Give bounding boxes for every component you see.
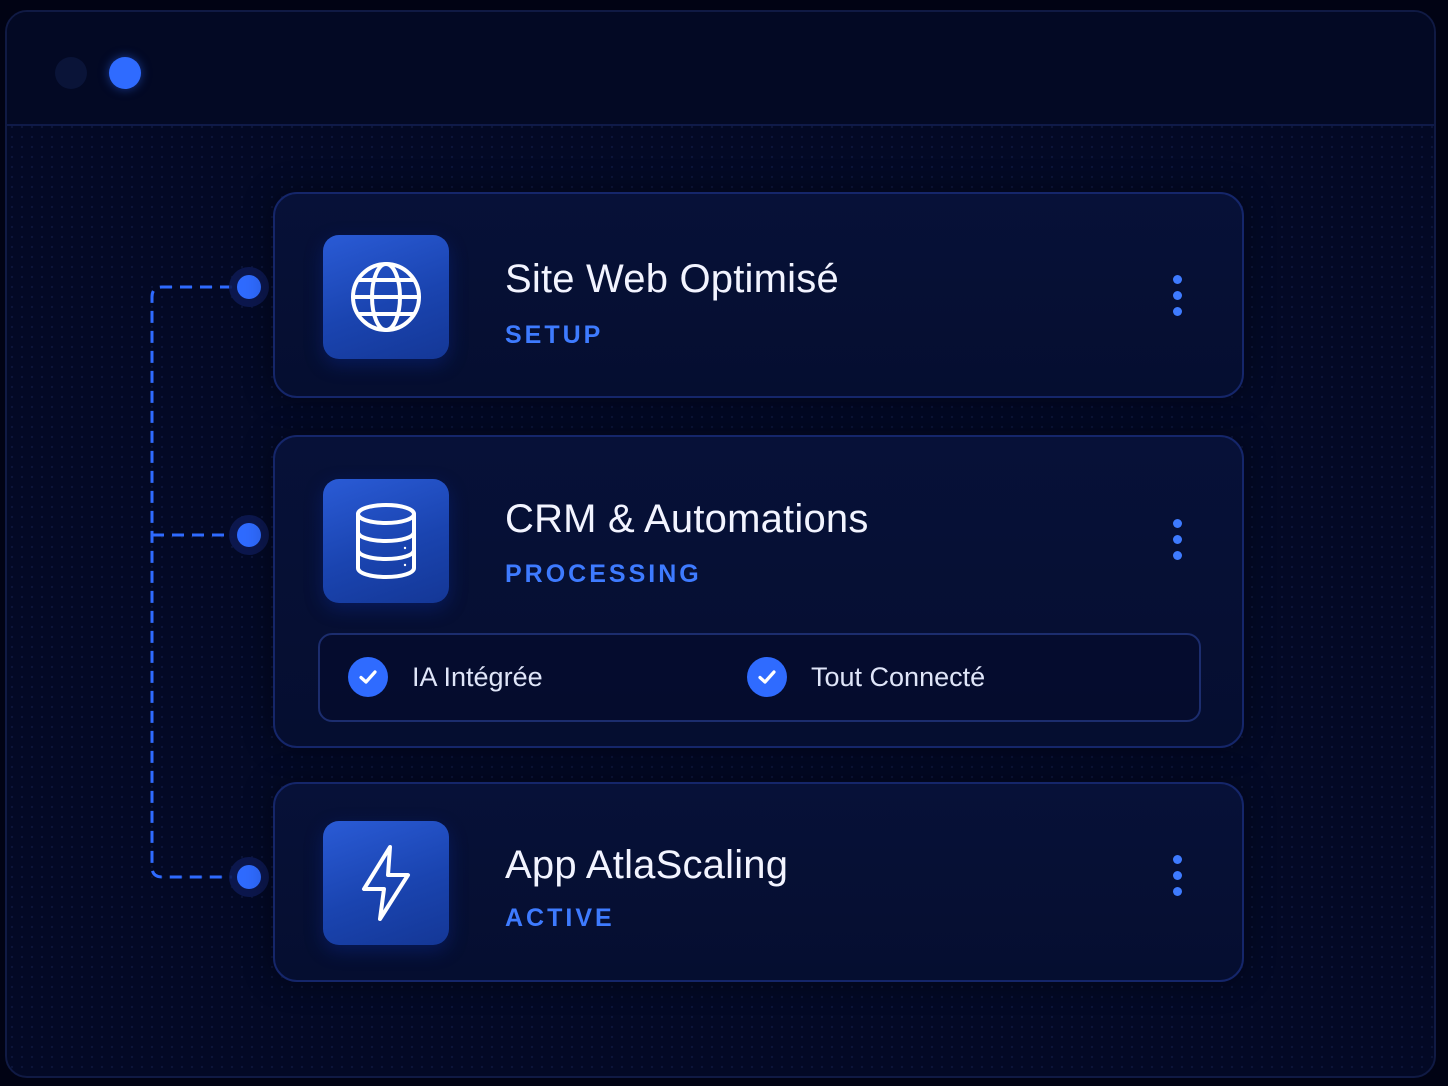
more-options-button[interactable] xyxy=(1163,509,1191,569)
more-dot-icon xyxy=(1172,870,1182,880)
card-title: CRM & Automations xyxy=(505,497,869,541)
more-dot-icon xyxy=(1172,534,1182,544)
database-icon-tile xyxy=(323,479,449,603)
feature-item: Tout Connecté xyxy=(747,657,985,697)
service-card-site-web[interactable]: Site Web Optimisé SETUP xyxy=(273,192,1244,398)
globe-icon-tile xyxy=(323,235,449,359)
window-dot-active[interactable] xyxy=(109,57,141,89)
globe-icon xyxy=(351,262,421,332)
database-icon xyxy=(356,503,416,580)
status-label: PROCESSING xyxy=(505,560,702,588)
more-options-button[interactable] xyxy=(1163,265,1191,325)
feature-label: Tout Connecté xyxy=(811,661,986,692)
more-options-button[interactable] xyxy=(1163,845,1191,905)
more-dot-icon xyxy=(1172,306,1182,316)
lightning-icon xyxy=(362,845,410,921)
more-dot-icon xyxy=(1172,274,1182,284)
check-icon xyxy=(747,657,787,697)
more-dot-icon xyxy=(1172,518,1182,528)
card-title: App AtlaScaling xyxy=(505,843,789,887)
service-card-crm[interactable]: CRM & Automations PROCESSING IA Intégrée… xyxy=(273,435,1244,748)
more-dot-icon xyxy=(1172,290,1182,300)
card-title: Site Web Optimisé xyxy=(505,257,839,301)
status-label: SETUP xyxy=(505,321,604,349)
more-dot-icon xyxy=(1172,550,1182,560)
check-icon xyxy=(348,657,388,697)
window-dot-inactive[interactable] xyxy=(55,57,87,89)
feature-label: IA Intégrée xyxy=(412,661,543,692)
more-dot-icon xyxy=(1172,854,1182,864)
lightning-icon-tile xyxy=(323,821,449,945)
features-panel: IA Intégrée Tout Connecté xyxy=(318,633,1201,722)
service-card-app[interactable]: App AtlaScaling ACTIVE xyxy=(273,782,1244,982)
more-dot-icon xyxy=(1172,886,1182,896)
feature-item: IA Intégrée xyxy=(348,657,543,697)
window-titlebar xyxy=(7,12,1434,126)
status-label: ACTIVE xyxy=(505,904,615,932)
